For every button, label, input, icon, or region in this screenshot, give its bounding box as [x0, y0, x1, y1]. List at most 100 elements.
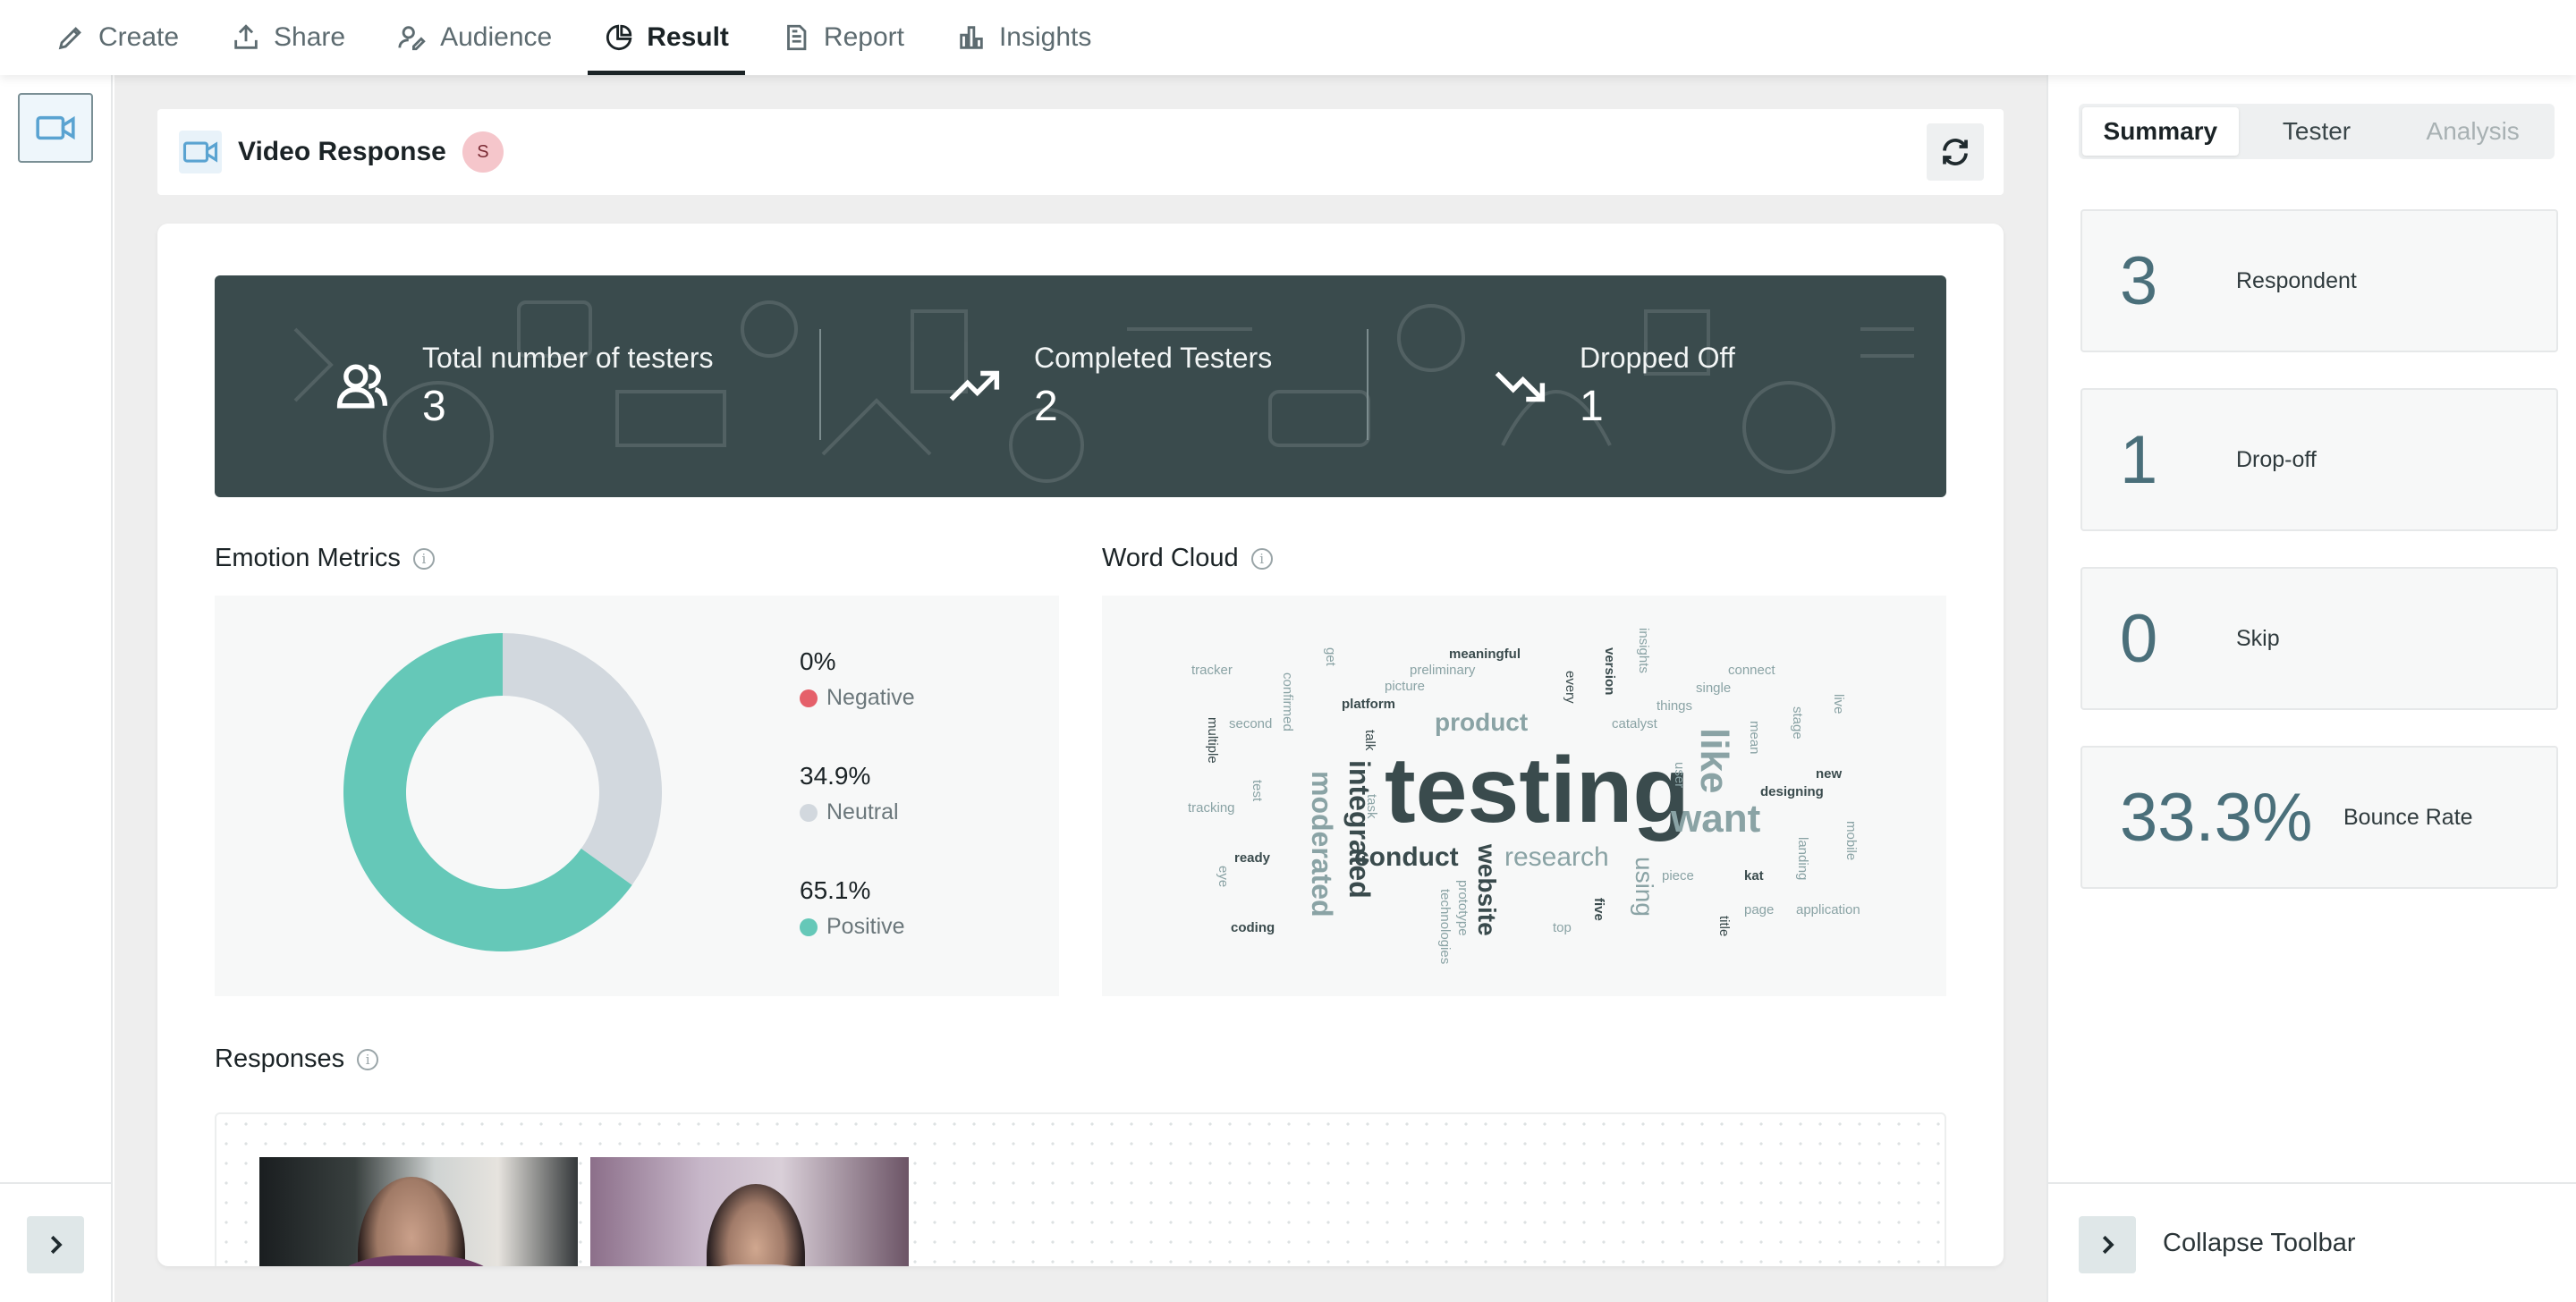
word: coding [1231, 920, 1275, 935]
metric-label: Skip [2236, 625, 2280, 651]
video-camera-icon [179, 131, 222, 173]
word: prototype [1455, 880, 1470, 936]
word: using [1631, 857, 1658, 917]
response-video-thumbnail[interactable] [259, 1157, 578, 1266]
response-video-thumbnail[interactable] [590, 1157, 909, 1266]
word: mean [1747, 721, 1762, 755]
word: connect [1728, 663, 1775, 678]
document-icon [786, 24, 807, 51]
audience-icon [398, 26, 426, 51]
word: test [1250, 780, 1265, 802]
word: meaningful [1449, 647, 1521, 662]
responses-title: Responses i [215, 1044, 379, 1074]
metric-label: Respondent [2236, 267, 2357, 293]
word: talk [1362, 730, 1377, 751]
word: insights [1636, 628, 1651, 673]
word: technologies [1437, 889, 1453, 965]
section-title-text: Emotion Metrics [215, 544, 401, 572]
bar-chart-icon [960, 26, 983, 49]
info-icon[interactable]: i [412, 547, 435, 570]
metric-drop-off: 1 Drop-off [2080, 388, 2558, 531]
emotion-metrics-title: Emotion Metrics i [215, 544, 435, 573]
chevron-right-icon [50, 1235, 63, 1255]
tester-stats-banner: Total number of testers 3 Completed Test… [215, 275, 1946, 497]
word: landing [1795, 837, 1810, 881]
legend-neutral: 34.9% Neutral [800, 762, 899, 825]
metric-value: 0 [2120, 600, 2158, 677]
summary-panel: Summary Tester Analysis 3 Respondent 1 D… [2046, 75, 2576, 1302]
expand-sidebar-button[interactable] [27, 1216, 84, 1273]
legend-negative: 0% Negative [800, 647, 915, 711]
word: picture [1385, 679, 1426, 694]
word: website [1473, 844, 1501, 936]
legend-percent: 34.9% [800, 762, 871, 790]
tab-audience[interactable]: Audience [381, 0, 568, 75]
stat-total-testers: Total number of testers 3 [336, 275, 713, 497]
word: five [1591, 898, 1606, 921]
word: stage [1790, 706, 1805, 740]
metric-bounce-rate: 33.3% Bounce Rate [2080, 746, 2558, 889]
word: platform [1342, 697, 1395, 712]
word: live [1831, 694, 1846, 714]
tab-label: Create [98, 22, 180, 52]
tab-result[interactable]: Result [588, 0, 745, 75]
tab-label: Insights [998, 22, 1092, 52]
responses-list [215, 1112, 1946, 1266]
collapse-toolbar-label[interactable]: Collapse Toolbar [2163, 1229, 2356, 1258]
metric-value: 33.3% [2120, 779, 2313, 856]
tab-report[interactable]: Report [765, 0, 920, 75]
legend-percent: 0% [800, 647, 836, 675]
tab-summary[interactable]: Summary [2082, 107, 2239, 156]
question-header: Video Response S [157, 109, 2004, 195]
left-rail [0, 75, 113, 1302]
donut-slice-neutral [503, 633, 662, 885]
tab-create[interactable]: Create [39, 0, 195, 75]
word: ready [1234, 850, 1271, 866]
tab-label: Share [274, 22, 346, 52]
stat-label: Total number of testers [422, 342, 714, 374]
word: kat [1744, 868, 1764, 884]
tab-label: Audience [440, 22, 553, 52]
legend-percent: 65.1% [800, 876, 871, 904]
word: application [1796, 902, 1860, 917]
word: mobile [1843, 821, 1859, 861]
collapse-toolbar-button[interactable] [2079, 1216, 2136, 1273]
tab-label: Report [823, 22, 904, 52]
word: top [1553, 920, 1572, 935]
info-icon[interactable]: i [1250, 547, 1273, 570]
video-camera-icon [36, 115, 75, 140]
info-icon[interactable]: i [357, 1048, 379, 1070]
word: new [1816, 766, 1843, 782]
emotion-metrics-panel: 0% Negative 34.9% Neutral 65.1% Positive [215, 596, 1059, 996]
tab-insights[interactable]: Insights [940, 0, 1107, 75]
emotion-donut-chart [343, 633, 662, 951]
stat-completed-testers: Completed Testers 2 [948, 275, 1272, 497]
word: testing [1385, 739, 1690, 842]
legend-dot [800, 689, 818, 707]
word: confirmed [1280, 672, 1295, 731]
word: product [1435, 708, 1529, 736]
metric-label: Bounce Rate [2343, 804, 2473, 830]
tab-share[interactable]: Share [215, 0, 361, 75]
question-title: Video Response [238, 137, 446, 166]
pencil-icon [58, 27, 81, 50]
legend-dot [800, 803, 818, 822]
top-navigation: Create Share Audience Result Report Insi… [0, 0, 2576, 75]
tab-tester[interactable]: Tester [2239, 107, 2395, 156]
stat-value: 2 [1034, 383, 1058, 430]
word: like [1692, 728, 1736, 794]
legend-name: Neutral [826, 799, 899, 824]
metric-respondent: 3 Respondent [2080, 209, 2558, 352]
trend-up-icon [949, 370, 1000, 402]
tab-analysis[interactable]: Analysis [2394, 107, 2551, 156]
stat-label: Completed Testers [1034, 342, 1273, 374]
video-question-button[interactable] [18, 93, 93, 163]
word: get [1323, 647, 1338, 666]
word: second [1229, 716, 1273, 731]
word: integrated [1343, 760, 1376, 899]
legend-positive: 65.1% Positive [800, 876, 905, 940]
word: tracker [1191, 663, 1233, 678]
refresh-button[interactable] [1927, 123, 1984, 181]
metric-value: 3 [2120, 242, 2158, 319]
stat-label: Dropped Off [1580, 342, 1735, 374]
